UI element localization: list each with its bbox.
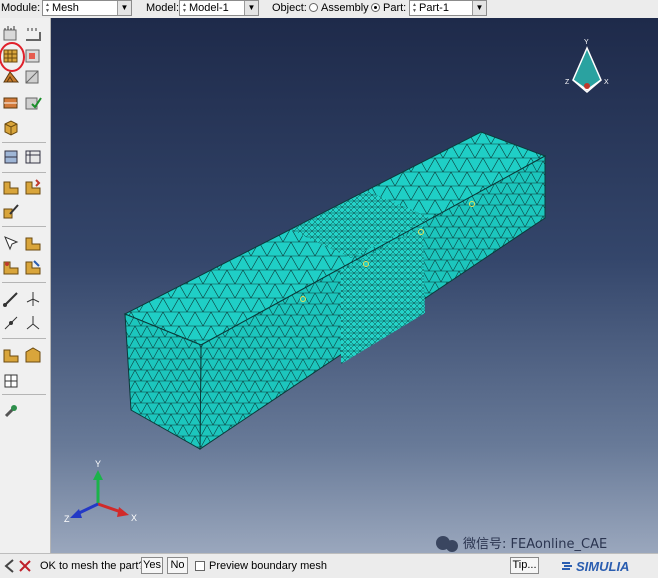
virtual-topology-icon[interactable] — [2, 178, 20, 196]
query-icon[interactable] — [24, 178, 42, 196]
create-datum-axis-icon[interactable] — [24, 234, 42, 252]
cancel-icon[interactable] — [19, 559, 31, 573]
assign-stack-direction-icon[interactable] — [2, 94, 20, 112]
part-instance-icon[interactable] — [2, 346, 20, 364]
module-label: Module: — [1, 2, 41, 14]
feature-manager-icon[interactable] — [2, 290, 20, 308]
dropdown-arrow-icon[interactable]: ▼ — [117, 1, 131, 15]
toolbox-separator — [2, 172, 46, 173]
wrench-tool-icon[interactable] — [2, 402, 20, 420]
reference-point-icon[interactable] — [24, 258, 42, 276]
assembly-radio[interactable] — [309, 3, 318, 12]
part-radio-label: Part: — [383, 2, 407, 14]
partition-face-icon[interactable] — [24, 148, 42, 166]
part-combo[interactable]: ▲ ▼ Part-1 ▼ — [409, 0, 487, 16]
wechat-watermark: 微信号: FEAonline_CAE — [436, 536, 607, 552]
module-value: Mesh — [52, 2, 79, 14]
prompt-area: OK to mesh the part? Yes No Preview boun… — [0, 553, 658, 578]
create-datum-point-icon[interactable] — [2, 234, 20, 252]
triad-top-y-label: Y — [584, 39, 589, 46]
dropdown-arrow-icon[interactable]: ▼ — [472, 1, 486, 15]
spinner-arrows-icon[interactable]: ▲ ▼ — [411, 2, 418, 14]
tip-button[interactable]: Tip... — [510, 557, 539, 574]
toolbox-separator — [2, 142, 46, 143]
datum-triad-icon[interactable] — [24, 314, 42, 332]
part-radio[interactable] — [371, 3, 380, 12]
part-value: Part-1 — [419, 2, 449, 14]
simulia-logo-text: SIMULIA — [576, 559, 630, 574]
assembly-label: Assembly — [321, 2, 369, 14]
spinner-arrows-icon[interactable]: ▲ ▼ — [181, 2, 188, 14]
yes-button[interactable]: Yes — [141, 557, 163, 574]
triad-top-z-label: Z — [565, 79, 570, 86]
context-bar: Module: ▲ ▼ Mesh ▼ Model: ▲ ▼ Model-1 ▼ Ob… — [0, 0, 658, 19]
create-datum-csys-icon[interactable] — [2, 258, 20, 276]
dropdown-arrow-icon[interactable]: ▼ — [244, 1, 258, 15]
datum-line-icon[interactable] — [2, 314, 20, 332]
mesh-toolbox — [0, 18, 51, 553]
no-button[interactable]: No — [167, 557, 188, 574]
graphics-viewport[interactable]: Y X Z Y X Z 微信号: FEAonline_CAE — [51, 18, 658, 553]
element-type-icon[interactable] — [24, 68, 42, 86]
mesh-controls-icon[interactable] — [2, 68, 20, 86]
preview-boundary-label: Preview boundary mesh — [209, 560, 328, 572]
triad-top-x-label: X — [604, 79, 609, 86]
coordinate-triad-icon: Y X Z — [64, 459, 137, 524]
verify-mesh-icon[interactable] — [24, 94, 42, 112]
delete-mesh-icon[interactable] — [2, 118, 20, 136]
triad-z-label: Z — [64, 514, 70, 524]
partition-edge-icon[interactable] — [2, 372, 20, 390]
model-combo[interactable]: ▲ ▼ Model-1 ▼ — [179, 0, 259, 16]
create-datum-plane-icon[interactable] — [24, 290, 42, 308]
triad-x-label: X — [131, 513, 137, 523]
toolbox-separator — [2, 282, 46, 283]
back-arrow-icon[interactable] — [4, 559, 14, 573]
model-value: Model-1 — [189, 2, 229, 14]
spinner-arrows-icon[interactable]: ▲ ▼ — [44, 2, 51, 14]
mesh-model[interactable]: Y X Z Y X Z 微信号: FEAonline_CAE — [51, 18, 658, 553]
adaptivity-icon[interactable] — [24, 346, 42, 364]
module-combo[interactable]: ▲ ▼ Mesh ▼ — [42, 0, 132, 16]
wechat-id-text: 微信号: FEAonline_CAE — [463, 537, 607, 552]
toolbox-separator — [2, 394, 46, 395]
model-label: Model: — [146, 2, 180, 14]
prompt-message: OK to mesh the part? — [40, 560, 145, 572]
triad-y-label: Y — [95, 459, 101, 469]
view-cube-icon[interactable]: Y X Z — [565, 39, 609, 93]
partition-cell-icon[interactable] — [2, 148, 20, 166]
preview-boundary-checkbox[interactable] — [195, 561, 205, 571]
toolbox-separator — [2, 338, 46, 339]
simulia-logo-icon — [562, 562, 572, 570]
object-label: Object: — [272, 2, 307, 14]
edit-mesh-icon[interactable] — [2, 202, 20, 220]
toolbox-separator — [2, 226, 46, 227]
